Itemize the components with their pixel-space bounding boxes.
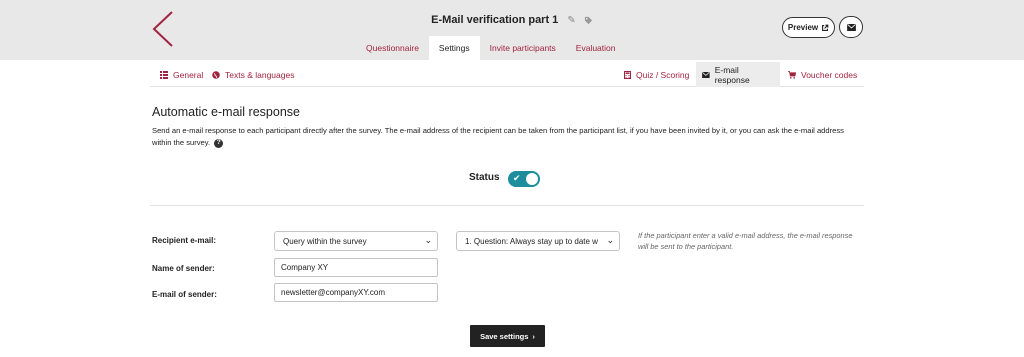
section-heading: Automatic e-mail response (152, 105, 300, 119)
chevron-down-icon: ⌄ (424, 235, 432, 245)
chevron-right-icon: › (532, 331, 535, 341)
subnav-general-label: General (173, 69, 204, 80)
subnav-quiz-scoring-label: Quiz / Scoring (636, 69, 690, 80)
subnav-texts-languages[interactable]: Texts & languages (206, 62, 300, 87)
subnav-quiz-scoring[interactable]: Quiz / Scoring (618, 62, 695, 87)
list-icon (160, 70, 168, 79)
recipient-question-value: 1. Question: Always stay up to date w (465, 236, 598, 246)
save-settings-button[interactable]: Save settings › (470, 325, 545, 347)
recipient-email-label: Recipient e-mail: (152, 236, 217, 245)
tab-evaluation[interactable]: Evaluation (566, 36, 626, 60)
envelope-icon (846, 23, 856, 31)
globe-icon (212, 70, 220, 79)
subnav-voucher-codes[interactable]: Voucher codes (782, 62, 863, 87)
survey-title: E-Mail verification part 1 (431, 14, 559, 26)
recipient-mode-select[interactable]: Query within the survey ⌄ (274, 231, 438, 251)
recipient-mode-value: Query within the survey (283, 236, 367, 246)
sender-email-input[interactable] (274, 283, 438, 302)
survey-title-wrap: E-Mail verification part 1 ✎ (0, 14, 1024, 26)
pencil-icon[interactable]: ✎ (567, 15, 575, 26)
sender-name-label: Name of sender: (152, 264, 215, 273)
section-description: Send an e-mail response to each particip… (152, 125, 864, 149)
tab-settings[interactable]: Settings (428, 36, 480, 60)
section-description-text: Send an e-mail response to each particip… (152, 126, 844, 147)
sender-email-label: E-mail of sender: (152, 290, 217, 299)
status-label: Status (469, 172, 500, 183)
recipient-hint: If the participant enter a valid e-mail … (638, 231, 853, 251)
subnav-voucher-codes-label: Voucher codes (801, 69, 858, 80)
recipient-question-select[interactable]: 1. Question: Always stay up to date w ⌄ (456, 231, 620, 251)
main-tabs: Questionnaire Settings Invite participan… (356, 36, 626, 60)
subnav-email-response-label: E-mail response (714, 64, 750, 85)
preview-button[interactable]: Preview (782, 17, 835, 38)
envelope-icon (702, 71, 710, 78)
divider (150, 205, 864, 206)
cart-icon (788, 70, 796, 79)
tab-questionnaire[interactable]: Questionnaire (356, 36, 429, 60)
external-link-icon (822, 24, 829, 31)
settings-subnav: General Texts & languages Quiz / Scoring… (150, 62, 864, 87)
tag-icon[interactable] (584, 16, 593, 25)
subnav-texts-languages-label: Texts & languages (225, 69, 295, 80)
check-icon: ✔ (513, 173, 521, 183)
sender-name-input[interactable] (274, 258, 438, 277)
status-toggle[interactable]: ✔ (508, 171, 540, 187)
send-mail-button[interactable] (839, 16, 863, 38)
toggle-knob (526, 173, 538, 185)
calculator-icon (624, 70, 631, 79)
subnav-general[interactable]: General (154, 62, 209, 87)
subnav-email-response[interactable]: E-mail response (696, 62, 780, 87)
tab-invite-participants[interactable]: Invite participants (480, 36, 566, 60)
preview-label: Preview (787, 23, 819, 32)
help-icon[interactable]: ? (214, 138, 224, 148)
top-bar: E-Mail verification part 1 ✎ Questionnai… (0, 0, 1024, 60)
chevron-down-icon: ⌄ (606, 235, 614, 245)
save-settings-label: Save settings (480, 331, 529, 341)
